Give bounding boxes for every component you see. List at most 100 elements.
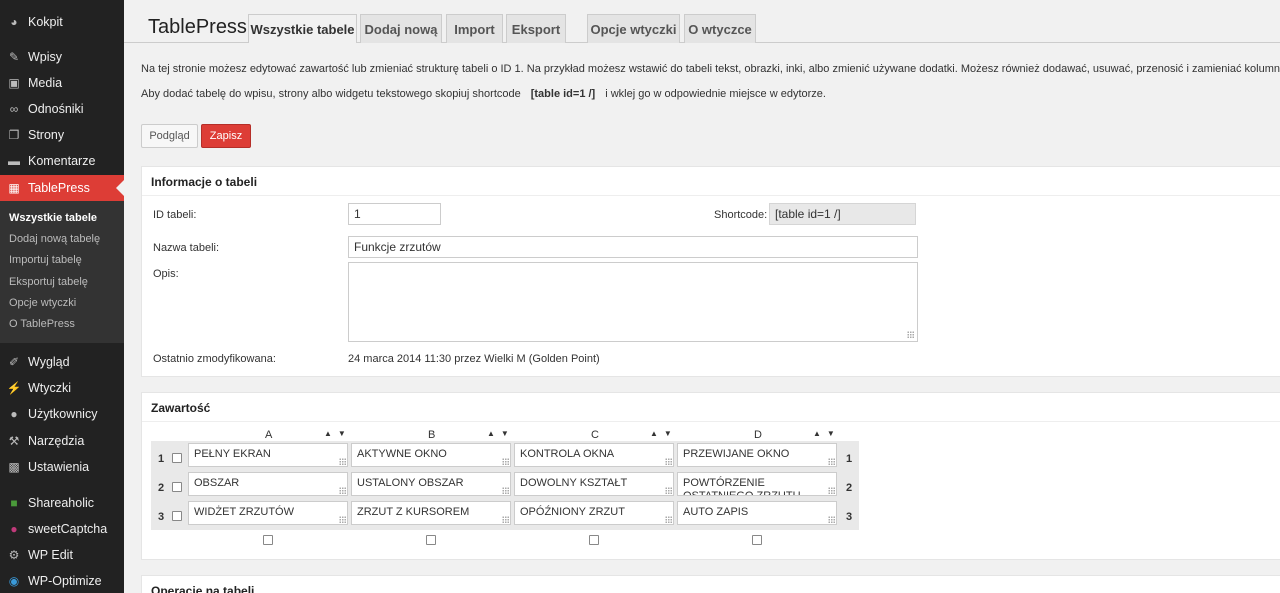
sidebar-item-wp-edit[interactable]: ⚙ WP Edit [0,542,124,568]
column-c-sort-arrows[interactable]: ▲ ▼ [650,429,672,438]
sidebar-item-appearance[interactable]: ✐ Wygląd [0,349,124,375]
description-textarea[interactable] [348,262,918,342]
table-info-title: Informacje o tabeli [142,167,1280,196]
submenu-plugin-options[interactable]: Opcje wtyczki [9,297,76,309]
table-cell[interactable]: AUTO ZAPIS [677,501,837,525]
sidebar-item-comments[interactable]: ▬ Komentarze [0,148,124,174]
dashboard-icon: ◕ [10,15,18,29]
sort-down-icon[interactable]: ▼ [338,429,346,438]
cell-resize-handle[interactable] [502,516,509,523]
sort-up-icon[interactable]: ▲ [324,429,332,438]
comment-icon: ▬ [8,154,20,168]
save-button[interactable]: Zapisz [201,124,251,148]
table-cell[interactable]: WIDŻET ZRZUTÓW [188,501,348,525]
sidebar-item-media[interactable]: ▣ Media [0,70,124,96]
tab-all-tables[interactable]: Wszystkie tabele [248,14,357,43]
settings-icon: ▩ [8,460,20,474]
submenu-add-table[interactable]: Dodaj nową tabelę [9,233,100,245]
gear-icon: ⚙ [8,548,20,562]
preview-button[interactable]: Podgląd [141,124,198,148]
submenu-about[interactable]: O TablePress [9,318,75,330]
sort-up-icon[interactable]: ▲ [487,429,495,438]
description-label: Opis: [153,268,179,280]
cell-resize-handle[interactable] [828,487,835,494]
tab-plugin-options[interactable]: Opcje wtyczki [587,14,680,43]
sidebar-item-settings[interactable]: ▩ Ustawienia [0,454,124,480]
plugin-icon: ⚡ [6,381,22,395]
sidebar-item-sweetcaptcha[interactable]: ● sweetCaptcha [0,516,124,542]
row-select-checkbox[interactable] [172,511,182,521]
sidebar-item-tablepress[interactable]: ▦ TablePress [0,175,124,201]
shortcode-text: [table id=1 /] [530,88,596,100]
sidebar-item-pages[interactable]: ❐ Strony [0,122,124,148]
column-b-sort-arrows[interactable]: ▲ ▼ [487,429,509,438]
row-select-checkbox[interactable] [172,482,182,492]
submenu-import-table[interactable]: Importuj tabelę [9,254,82,266]
sort-down-icon[interactable]: ▼ [664,429,672,438]
table-cell[interactable]: OPÓŹNIONY ZRZUT [514,501,674,525]
column-select-checkbox[interactable] [426,535,436,545]
table-content-box: Zawartość A ▲ ▼ B ▲ ▼ C ▲ ▼ D ▲ ▼ 1 PEŁNY EK… [141,392,1280,560]
cell-resize-handle[interactable] [665,458,672,465]
sort-down-icon[interactable]: ▼ [827,429,835,438]
sidebar-item-users[interactable]: ● Użytkownicy [0,401,124,427]
table-cell[interactable]: PRZEWIJANE OKNO [677,443,837,467]
sort-up-icon[interactable]: ▲ [813,429,821,438]
row-number: 2 [158,482,165,494]
wrench-icon: ⚒ [8,434,20,448]
row-select-checkbox[interactable] [172,453,182,463]
cell-resize-handle[interactable] [665,516,672,523]
table-cell[interactable]: ZRZUT Z KURSOREM [351,501,511,525]
column-header-d: D [754,429,762,441]
column-select-checkbox[interactable] [589,535,599,545]
column-header-a: A [265,429,273,441]
page-title: TablePress [148,16,247,38]
cell-resize-handle[interactable] [339,516,346,523]
column-select-checkbox[interactable] [263,535,273,545]
table-id-input[interactable] [348,203,441,225]
table-cell[interactable]: OBSZAR [188,472,348,496]
cell-resize-handle[interactable] [502,487,509,494]
cell-resize-handle[interactable] [828,458,835,465]
sidebar-item-shareaholic[interactable]: ■ Shareaholic [0,490,124,516]
tab-export[interactable]: Eksport [506,14,566,43]
table-info-box: Informacje o tabeli ID tabeli: Shortcode… [141,166,1280,377]
sidebar-item-posts[interactable]: ✎ Wpisy [0,44,124,70]
main-content: TablePress Wszystkie tabele Dodaj nową I… [124,0,1280,593]
sort-up-icon[interactable]: ▲ [650,429,658,438]
table-name-label: Nazwa tabeli: [153,242,220,254]
shortcode-field[interactable] [769,203,916,225]
tab-import[interactable]: Import [446,14,503,43]
cell-resize-handle[interactable] [665,487,672,494]
cell-resize-handle[interactable] [828,516,835,523]
table-cell[interactable]: USTALONY OBSZAR [351,472,511,496]
sidebar-item-wp-optimize[interactable]: ◉ WP-Optimize [0,568,124,593]
table-cell[interactable]: DOWOLNY KSZTAŁT [514,472,674,496]
submenu-all-tables[interactable]: Wszystkie tabele [9,212,97,224]
pin-icon: ✎ [8,50,20,64]
tab-about-plugin[interactable]: O wtyczce [684,14,756,43]
cell-resize-handle[interactable] [502,458,509,465]
sort-down-icon[interactable]: ▼ [501,429,509,438]
table-cell[interactable]: POWTÓRZENIE OSTATNIEGO ZRZUTU [677,472,837,496]
cell-resize-handle[interactable] [339,487,346,494]
sidebar-item-links[interactable]: ∞ Odnośniki [0,96,124,122]
column-select-checkbox[interactable] [752,535,762,545]
table-icon: ▦ [8,181,20,195]
column-a-sort-arrows[interactable]: ▲ ▼ [324,429,346,438]
table-operations-box: Operacje na tabeli [141,575,1280,593]
sidebar-item-dashboard[interactable]: ◕ Kokpit [0,9,124,35]
sidebar-item-tools[interactable]: ⚒ Narzędzia [0,428,124,454]
table-name-input[interactable] [348,236,918,258]
tab-add-new[interactable]: Dodaj nową [360,14,442,43]
last-modified-label: Ostatnio zmodyfikowana: [153,353,276,365]
submenu-export-table[interactable]: Eksportuj tabelę [9,276,88,288]
row-number: 1 [158,453,165,465]
table-cell[interactable]: KONTROLA OKNA [514,443,674,467]
table-cell[interactable]: PEŁNY EKRAN [188,443,348,467]
cell-resize-handle[interactable] [339,458,346,465]
table-cell[interactable]: AKTYWNE OKNO [351,443,511,467]
column-d-sort-arrows[interactable]: ▲ ▼ [813,429,835,438]
sidebar-item-plugins[interactable]: ⚡ Wtyczki [0,375,124,401]
shortcode-hint: Aby dodać tabelę do wpisu, strony albo w… [141,88,826,100]
